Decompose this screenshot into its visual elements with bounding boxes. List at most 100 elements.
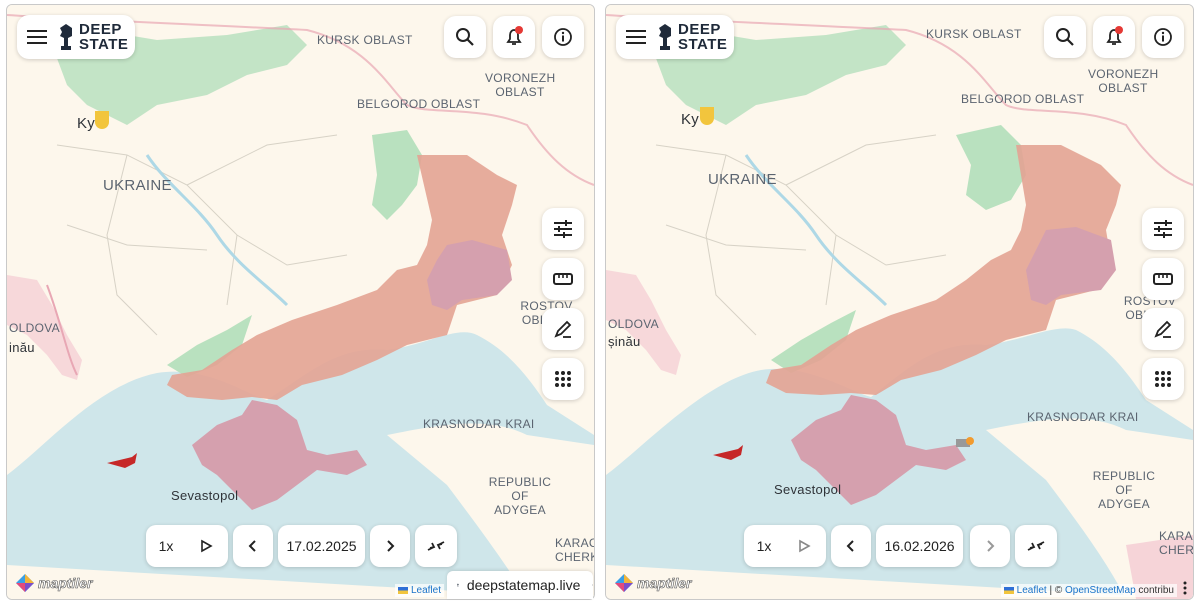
collapse-icon (1027, 541, 1045, 551)
more-vertical-icon[interactable] (1183, 581, 1187, 595)
filters-button[interactable] (1142, 208, 1184, 250)
collapse-icon (427, 541, 445, 551)
copyright-symbol: © (1054, 585, 1063, 596)
more-vertical-icon[interactable] (592, 578, 593, 592)
label-kursk: KURSK OBLAST (926, 27, 1022, 41)
label-voronezh: VORONEZH OBLAST (1088, 67, 1159, 95)
label-adygea: REPUBLIC OF ADYGEA (488, 475, 552, 517)
speed-button[interactable]: 1x (744, 538, 784, 554)
speed-button[interactable]: 1x (146, 538, 186, 554)
playback-group: 1x (744, 525, 826, 567)
label-adygea: REPUBLIC OF ADYGEA (1092, 469, 1156, 511)
info-icon (554, 28, 572, 46)
leaflet-link[interactable]: Leaflet (411, 585, 441, 596)
grid-icon (555, 371, 571, 387)
next-date-button[interactable] (970, 525, 1010, 567)
map-panel-2025[interactable]: KURSK OBLAST VORONEZH OBLAST BELGOROD OB… (6, 4, 595, 600)
trident-icon (95, 111, 109, 129)
play-icon (201, 539, 213, 553)
label-krasnodar: KRASNODAR KRAI (423, 417, 535, 431)
ruler-button[interactable] (1142, 258, 1184, 300)
trident-icon (700, 107, 714, 125)
chevron-left-icon (846, 540, 854, 552)
info-button[interactable] (1142, 16, 1184, 58)
logo[interactable]: DEEP STATE (678, 22, 727, 52)
date-display[interactable]: 16.02.2026 (876, 525, 963, 567)
label-belgorod: BELGOROD OBLAST (357, 97, 481, 111)
label-moldova: OLDOVA (9, 321, 60, 335)
prev-date-button[interactable] (233, 525, 273, 567)
label-ukraine: UKRAINE (708, 171, 777, 188)
knight-logo-icon (659, 24, 671, 50)
map-panel-2026[interactable]: KURSK OBLAST VORONEZH OBLAST BELGOROD OB… (605, 4, 1194, 600)
pen-icon (554, 320, 572, 338)
label-moldova: OLDOVA (608, 317, 659, 331)
search-button[interactable] (1044, 16, 1086, 58)
site-url: deepstatemap.live (466, 577, 581, 593)
label-karach: KARACI CHERK (555, 536, 595, 564)
grid-button[interactable] (1142, 358, 1184, 400)
menu-button[interactable] (17, 29, 57, 45)
osm-link[interactable]: OpenStreetMap (1065, 585, 1136, 596)
leaflet-link[interactable]: Leaflet (1017, 585, 1047, 596)
logo-line2: STATE (79, 36, 129, 53)
header-bar: DEEP STATE (616, 15, 734, 59)
attribution-separator: | (1049, 585, 1053, 596)
maptiler-label: maptiler (637, 575, 692, 592)
draw-button[interactable] (542, 308, 584, 350)
play-icon (799, 539, 811, 553)
maptiler-icon (615, 574, 633, 592)
label-chisinau: inău (9, 340, 35, 355)
play-button[interactable] (186, 539, 226, 553)
info-button[interactable] (542, 16, 584, 58)
maptiler-logo[interactable]: maptiler (614, 573, 692, 593)
compare-button[interactable] (415, 525, 457, 567)
draw-button[interactable] (1142, 308, 1184, 350)
label-kyiv: Ky (77, 115, 96, 132)
ukraine-flag-icon (1003, 586, 1014, 594)
site-tag[interactable]: deepstatemap.live (447, 571, 593, 599)
label-sevastopol: Sevastopol (171, 488, 239, 503)
label-ukraine: UKRAINE (103, 177, 172, 194)
label-kursk: KURSK OBLAST (317, 33, 413, 47)
ruler-button[interactable] (542, 258, 584, 300)
search-button[interactable] (444, 16, 486, 58)
filters-button[interactable] (542, 208, 584, 250)
ukraine-flag-icon (398, 586, 409, 594)
logo-line1: DEEP (79, 21, 122, 38)
grid-button[interactable] (542, 358, 584, 400)
pen-icon (1154, 320, 1172, 338)
ruler-icon (553, 273, 573, 285)
playback-group: 1x (146, 525, 228, 567)
logo-line2: STATE (678, 36, 728, 53)
chevron-right-icon (387, 540, 395, 552)
play-button[interactable] (784, 539, 824, 553)
label-chisinau: șinău (608, 334, 641, 349)
logo[interactable]: DEEP STATE (79, 22, 128, 52)
sliders-icon (1154, 220, 1172, 238)
label-belgorod: BELGOROD OBLAST (961, 92, 1085, 106)
info-icon (1154, 28, 1172, 46)
chevron-left-icon (248, 540, 256, 552)
notifications-button[interactable] (1093, 16, 1135, 58)
ruler-icon (1153, 273, 1173, 285)
prev-date-button[interactable] (831, 525, 871, 567)
search-icon (456, 28, 474, 46)
header-bar: DEEP STATE (17, 15, 135, 59)
maptiler-label: maptiler (38, 575, 93, 592)
search-icon (1056, 28, 1074, 46)
date-display[interactable]: 17.02.2025 (278, 525, 365, 567)
maptiler-logo[interactable]: maptiler (15, 573, 93, 593)
notifications-button[interactable] (493, 16, 535, 58)
chevron-right-icon (987, 540, 995, 552)
menu-icon (626, 30, 646, 44)
contributors-text: contribu (1138, 585, 1174, 596)
sliders-icon (554, 220, 572, 238)
menu-button[interactable] (616, 29, 656, 45)
compare-button[interactable] (1015, 525, 1057, 567)
label-sevastopol: Sevastopol (774, 482, 842, 497)
label-kyiv: Ky (681, 111, 700, 128)
knight-logo-icon (60, 24, 72, 50)
notification-badge (1115, 26, 1123, 34)
next-date-button[interactable] (370, 525, 410, 567)
